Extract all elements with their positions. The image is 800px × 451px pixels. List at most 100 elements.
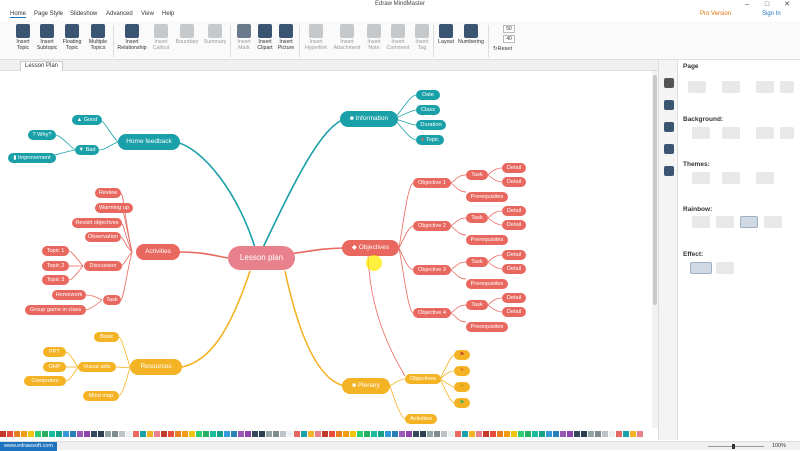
color-swatch[interactable]	[217, 431, 223, 437]
subtopic-topic-1[interactable]: Topic 1	[42, 246, 69, 256]
color-swatch[interactable]	[588, 431, 594, 437]
insert-topic-button[interactable]: Insert Topic	[12, 24, 34, 51]
prerequisites-objective-4[interactable]: Prerequisites	[466, 322, 508, 332]
color-swatch[interactable]	[266, 431, 272, 437]
numbering-button[interactable]: Numbering	[457, 24, 485, 45]
subtopic-class[interactable]: Class	[416, 105, 440, 115]
subtopic-review[interactable]: Review	[95, 188, 121, 198]
subtopic-plenary-activities[interactable]: Activities	[405, 414, 437, 424]
insert-comment-button[interactable]: Insert Comment	[385, 24, 411, 51]
color-swatch[interactable]	[231, 431, 237, 437]
subtopic-homework[interactable]: Homework	[52, 290, 86, 300]
color-swatch[interactable]	[420, 431, 426, 437]
sign-in-link[interactable]: Sign In	[762, 11, 781, 17]
color-swatch[interactable]	[273, 431, 279, 437]
color-swatch[interactable]	[182, 431, 188, 437]
floating-topic-button[interactable]: Floating Topic	[60, 24, 84, 51]
subtopic-observation[interactable]: Observation	[85, 232, 121, 242]
layout-button[interactable]: Layout	[436, 24, 456, 45]
color-swatch[interactable]	[119, 431, 125, 437]
color-swatch[interactable]	[602, 431, 608, 437]
color-swatch[interactable]	[147, 431, 153, 437]
subtopic-good[interactable]: ▲ Good	[72, 115, 102, 125]
clipart-panel-icon[interactable]	[664, 144, 674, 154]
color-swatch[interactable]	[196, 431, 202, 437]
color-swatch[interactable]	[259, 431, 265, 437]
task-objective-4[interactable]: Task	[466, 300, 488, 310]
color-swatch[interactable]	[224, 431, 230, 437]
effect-shadow-option[interactable]	[716, 262, 734, 274]
color-swatch[interactable]	[308, 431, 314, 437]
boundary-button[interactable]: Boundary	[174, 24, 200, 45]
color-swatch[interactable]	[70, 431, 76, 437]
menu-home[interactable]: Home	[10, 11, 27, 18]
color-swatch[interactable]	[567, 431, 573, 437]
color-swatch[interactable]	[322, 431, 328, 437]
layout-option-3[interactable]	[756, 81, 774, 93]
subtopic-visual-aids[interactable]: Visual aids	[78, 362, 116, 372]
color-swatch[interactable]	[497, 431, 503, 437]
topic-objectives[interactable]: ◆ Objectives	[342, 240, 399, 256]
color-swatch[interactable]	[175, 431, 181, 437]
color-swatch[interactable]	[140, 431, 146, 437]
menu-advanced[interactable]: Advanced	[106, 11, 133, 17]
color-swatch[interactable]	[616, 431, 622, 437]
layout-option-2[interactable]	[722, 81, 740, 93]
color-swatch[interactable]	[301, 431, 307, 437]
prerequisites-objective-3[interactable]: Prerequisites	[466, 279, 508, 289]
subtopic-warming-up[interactable]: Warming up	[95, 203, 133, 213]
color-swatch[interactable]	[574, 431, 580, 437]
rainbow-option-3[interactable]	[740, 216, 758, 228]
outline-icon[interactable]	[664, 100, 674, 110]
insert-mark-button[interactable]: Insert Mark	[234, 24, 254, 51]
color-swatch[interactable]	[483, 431, 489, 437]
format-brush-icon[interactable]	[664, 78, 674, 88]
theme-option-1[interactable]	[692, 172, 710, 184]
color-swatch[interactable]	[105, 431, 111, 437]
color-swatch[interactable]	[581, 431, 587, 437]
color-swatch[interactable]	[245, 431, 251, 437]
color-swatch[interactable]	[623, 431, 629, 437]
zoom-slider[interactable]	[708, 444, 764, 449]
subtopic-bad[interactable]: ▼ Bad	[75, 145, 99, 155]
layout-option-4[interactable]	[780, 81, 794, 93]
minimize-icon[interactable]: –	[740, 0, 754, 10]
detail-objective-2-a[interactable]: Detail	[502, 206, 526, 216]
subtopic-why[interactable]: ? Why?	[28, 130, 56, 140]
background-option-1[interactable]	[692, 127, 710, 139]
menu-view[interactable]: View	[141, 11, 154, 17]
mark-panel-icon[interactable]	[664, 122, 674, 132]
flag-node-4[interactable]: ⚑	[454, 398, 470, 408]
task-objective-2[interactable]: Task	[466, 213, 488, 223]
subtopic-date[interactable]: Date	[416, 90, 440, 100]
close-icon[interactable]: ✕	[780, 0, 794, 10]
detail-objective-4-a[interactable]: Detail	[502, 293, 526, 303]
color-swatch[interactable]	[378, 431, 384, 437]
color-swatch[interactable]	[462, 431, 468, 437]
menu-slideshow[interactable]: Slideshow	[70, 11, 97, 17]
color-swatch[interactable]	[392, 431, 398, 437]
color-swatch[interactable]	[560, 431, 566, 437]
background-option-3[interactable]	[756, 127, 774, 139]
color-swatch[interactable]	[441, 431, 447, 437]
task-panel-icon[interactable]	[664, 166, 674, 176]
color-swatch[interactable]	[399, 431, 405, 437]
flag-node-1[interactable]: ⚑	[454, 350, 470, 360]
subtopic-group-game[interactable]: Group game in class	[25, 305, 86, 315]
subtopic-ohp[interactable]: OHP	[43, 362, 66, 372]
subtopic-task[interactable]: Task	[103, 295, 121, 305]
subtopic-topic-2[interactable]: Topic 2	[42, 261, 69, 271]
subtopic-plenary-objectives[interactable]: Objectives	[405, 374, 441, 384]
color-swatch[interactable]	[595, 431, 601, 437]
color-swatch[interactable]	[154, 431, 160, 437]
color-palette[interactable]	[0, 431, 652, 439]
color-swatch[interactable]	[168, 431, 174, 437]
color-swatch[interactable]	[21, 431, 27, 437]
detail-objective-1-b[interactable]: Detail	[502, 177, 526, 187]
flag-node-2[interactable]: ⚑	[454, 366, 470, 376]
summary-button[interactable]: Summary	[202, 24, 228, 45]
topic-information[interactable]: ■ Information	[340, 111, 398, 127]
color-swatch[interactable]	[42, 431, 48, 437]
subtopic-objective-1[interactable]: Objective 1	[413, 178, 451, 188]
color-swatch[interactable]	[161, 431, 167, 437]
